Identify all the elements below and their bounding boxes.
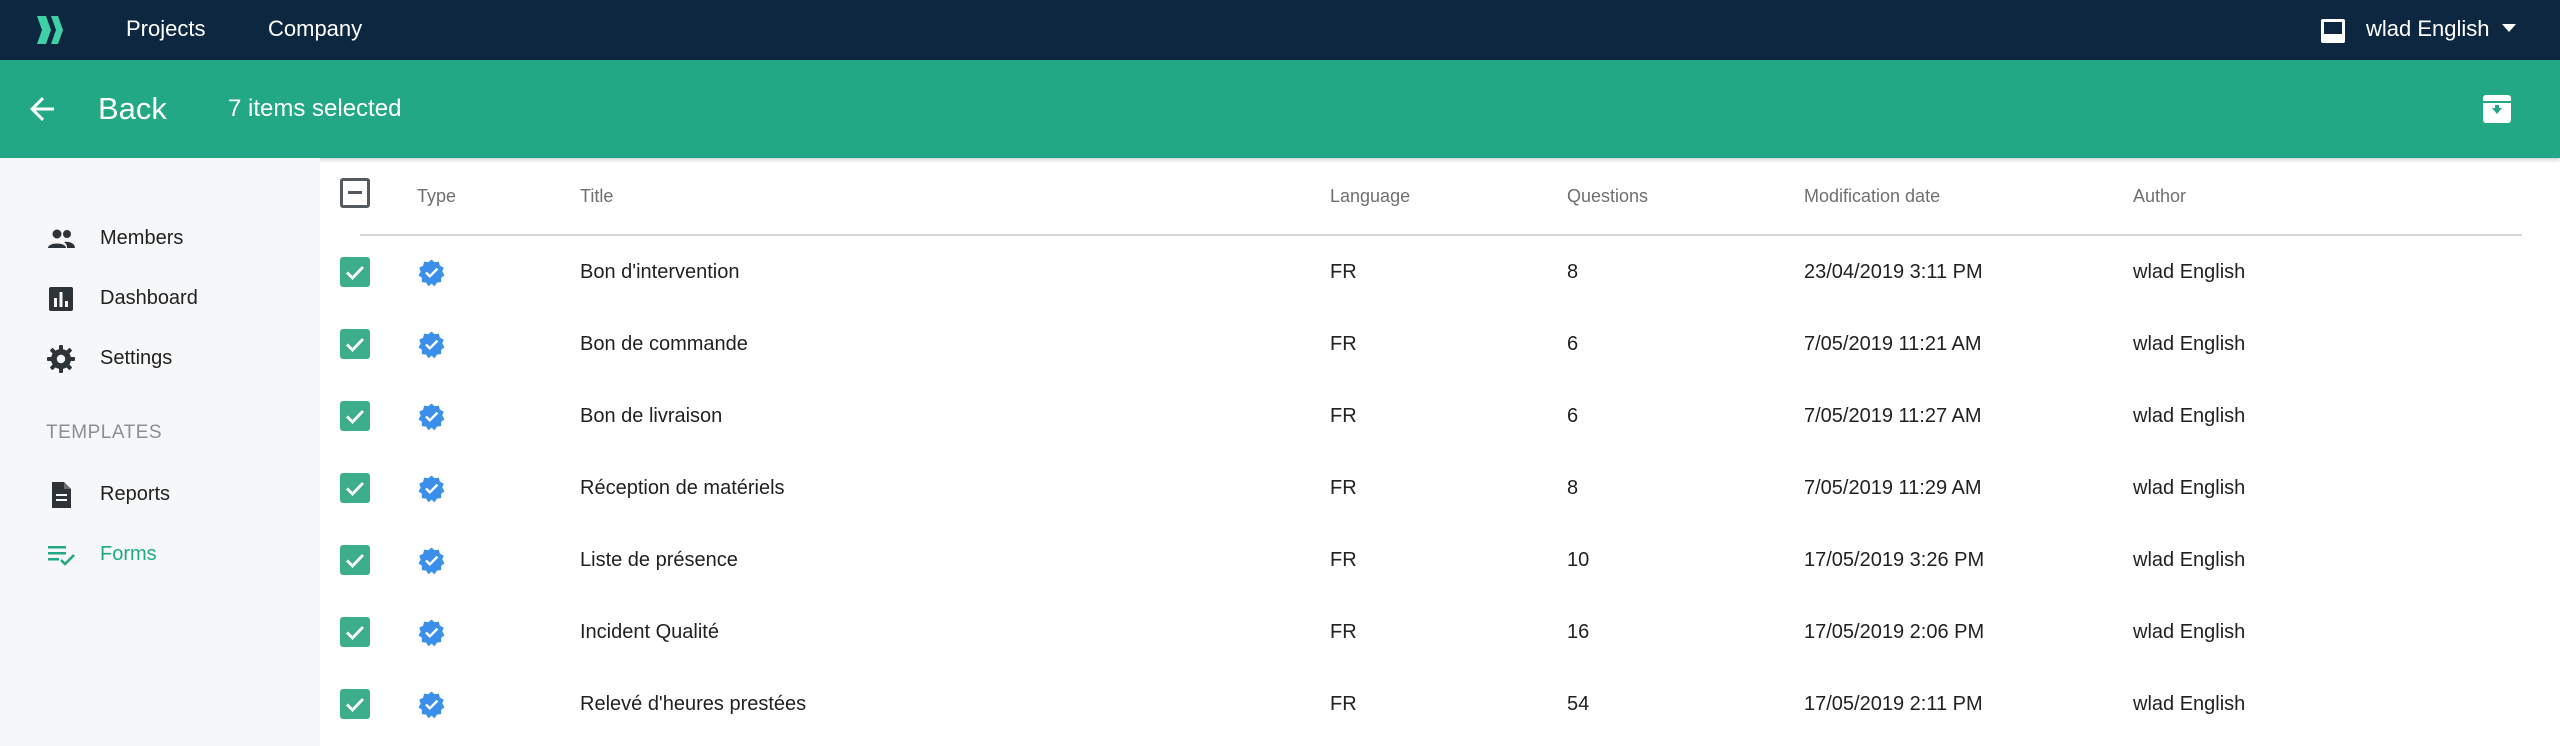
cell-title[interactable]: Bon de commande [580, 308, 748, 380]
cell-questions: 10 [1567, 549, 1590, 571]
document-icon [52, 482, 71, 508]
chevrons-right-logo[interactable] [32, 12, 68, 48]
user-menu[interactable]: wlad English [2366, 0, 2516, 60]
sidebar-item-reports[interactable]: Reports [0, 472, 320, 516]
cell-language: FR [1330, 405, 1357, 427]
nav-projects[interactable]: Projects [126, 0, 205, 60]
top-navbar: Projects Company wlad English [0, 0, 2560, 60]
row-checkbox[interactable] [340, 689, 370, 719]
cell-title[interactable]: Relevé d'heures prestées [580, 668, 806, 740]
cell-title[interactable]: Bon de livraison [580, 380, 722, 452]
sidebar-item-label: Members [100, 227, 184, 249]
verified-icon [417, 330, 446, 359]
archive-icon[interactable] [2480, 92, 2514, 126]
cell-questions: 6 [1567, 333, 1579, 355]
cell-author: wlad English [2133, 621, 2246, 643]
column-header-language[interactable]: Language [1330, 184, 1410, 208]
cell-title[interactable]: Incident Qualité [580, 596, 719, 668]
table-row[interactable]: Bon de commande FR 6 7/05/2019 11:21 AM wlad… [320, 308, 2560, 380]
cell-modification-date: 23/04/2019 3:11 PM [1804, 261, 1983, 283]
user-name: wlad English [2366, 16, 2490, 41]
select-all-checkbox[interactable] [340, 178, 370, 208]
cell-modification-date: 7/05/2019 11:29 AM [1804, 477, 1982, 499]
cell-questions: 6 [1567, 405, 1579, 427]
cell-language: FR [1330, 477, 1357, 499]
checklist-icon [48, 546, 75, 566]
row-checkbox[interactable] [340, 257, 370, 287]
cell-modification-date: 7/05/2019 11:21 AM [1804, 333, 1982, 355]
sidebar-item-members[interactable]: Members [0, 216, 320, 260]
cell-author: wlad English [2133, 261, 2246, 283]
back-button[interactable]: Back [98, 60, 167, 158]
cell-questions: 8 [1567, 261, 1579, 283]
people-icon [48, 229, 75, 248]
selected-count: 7 items selected [228, 95, 402, 122]
verified-icon [417, 546, 446, 575]
row-checkbox[interactable] [340, 329, 370, 359]
inbox-icon[interactable] [2318, 16, 2348, 46]
column-header-author[interactable]: Author [2133, 184, 2186, 208]
table-row[interactable]: Incident Qualité FR 16 17/05/2019 2:06 PM wl… [320, 596, 2560, 668]
bar-chart-icon [49, 287, 73, 311]
arrow-left-icon[interactable] [26, 93, 58, 125]
templates-section-label: TEMPLATES [46, 422, 163, 443]
row-checkbox[interactable] [340, 473, 370, 503]
cell-modification-date: 17/05/2019 2:06 PM [1804, 621, 1985, 643]
cell-questions: 8 [1567, 477, 1579, 499]
cell-title[interactable]: Liste de présence [580, 524, 738, 596]
cell-modification-date: 17/05/2019 2:11 PM [1804, 693, 1983, 715]
cell-language: FR [1330, 693, 1357, 715]
sidebar-item-dashboard[interactable]: Dashboard [0, 276, 320, 320]
nav-company[interactable]: Company [268, 0, 362, 60]
cell-questions: 54 [1567, 693, 1590, 715]
cell-questions: 16 [1567, 621, 1590, 643]
sidebar-item-label: Reports [100, 483, 171, 505]
row-checkbox[interactable] [340, 617, 370, 647]
verified-icon [417, 402, 446, 431]
verified-icon [417, 474, 446, 503]
verified-icon [417, 618, 446, 647]
table-row[interactable]: Réception de matériels FR 8 7/05/2019 11:29… [320, 452, 2560, 524]
sidebar-item-forms[interactable]: Forms [0, 532, 320, 576]
cell-modification-date: 7/05/2019 11:27 AM [1804, 405, 1982, 427]
cell-title[interactable]: Bon d'intervention [580, 236, 739, 308]
column-header-questions[interactable]: Questions [1567, 184, 1648, 208]
row-checkbox[interactable] [340, 545, 370, 575]
table-row[interactable]: Bon d'intervention FR 8 23/04/2019 3:11 PM w… [320, 236, 2560, 308]
cell-language: FR [1330, 333, 1357, 355]
verified-icon [417, 258, 446, 287]
verified-icon [417, 690, 446, 719]
cell-language: FR [1330, 261, 1357, 283]
cell-author: wlad English [2133, 693, 2246, 715]
column-header-title[interactable]: Title [580, 184, 613, 208]
cell-modification-date: 17/05/2019 3:26 PM [1804, 549, 1985, 571]
cell-author: wlad English [2133, 333, 2246, 355]
selection-bar: Back 7 items selected [0, 60, 2560, 158]
sidebar: Members Dashboard Settings TEMPLATES Rep… [0, 158, 320, 746]
table-header: Type Title Language Questions Modificati… [320, 158, 2560, 236]
sidebar-item-label: Settings [100, 347, 173, 369]
table-row[interactable]: Relevé d'heures prestées FR 54 17/05/2019 2… [320, 668, 2560, 740]
gear-icon [47, 345, 75, 373]
column-header-modification-date[interactable]: Modification date [1804, 184, 1940, 208]
cell-title[interactable]: Réception de matériels [580, 452, 785, 524]
cell-author: wlad English [2133, 405, 2246, 427]
sidebar-item-label: Forms [100, 543, 157, 565]
cell-author: wlad English [2133, 477, 2246, 499]
column-header-type[interactable]: Type [417, 184, 456, 208]
sidebar-item-settings[interactable]: Settings [0, 336, 320, 380]
chevron-down-icon [2501, 24, 2516, 33]
row-checkbox[interactable] [340, 401, 370, 431]
cell-language: FR [1330, 549, 1357, 571]
sidebar-item-label: Dashboard [100, 287, 198, 309]
cell-language: FR [1330, 621, 1357, 643]
cell-author: wlad English [2133, 549, 2246, 571]
table-row[interactable]: Liste de présence FR 10 17/05/2019 3:26 PM w… [320, 524, 2560, 596]
table-row[interactable]: Bon de livraison FR 6 7/05/2019 11:27 AM wla… [320, 380, 2560, 452]
